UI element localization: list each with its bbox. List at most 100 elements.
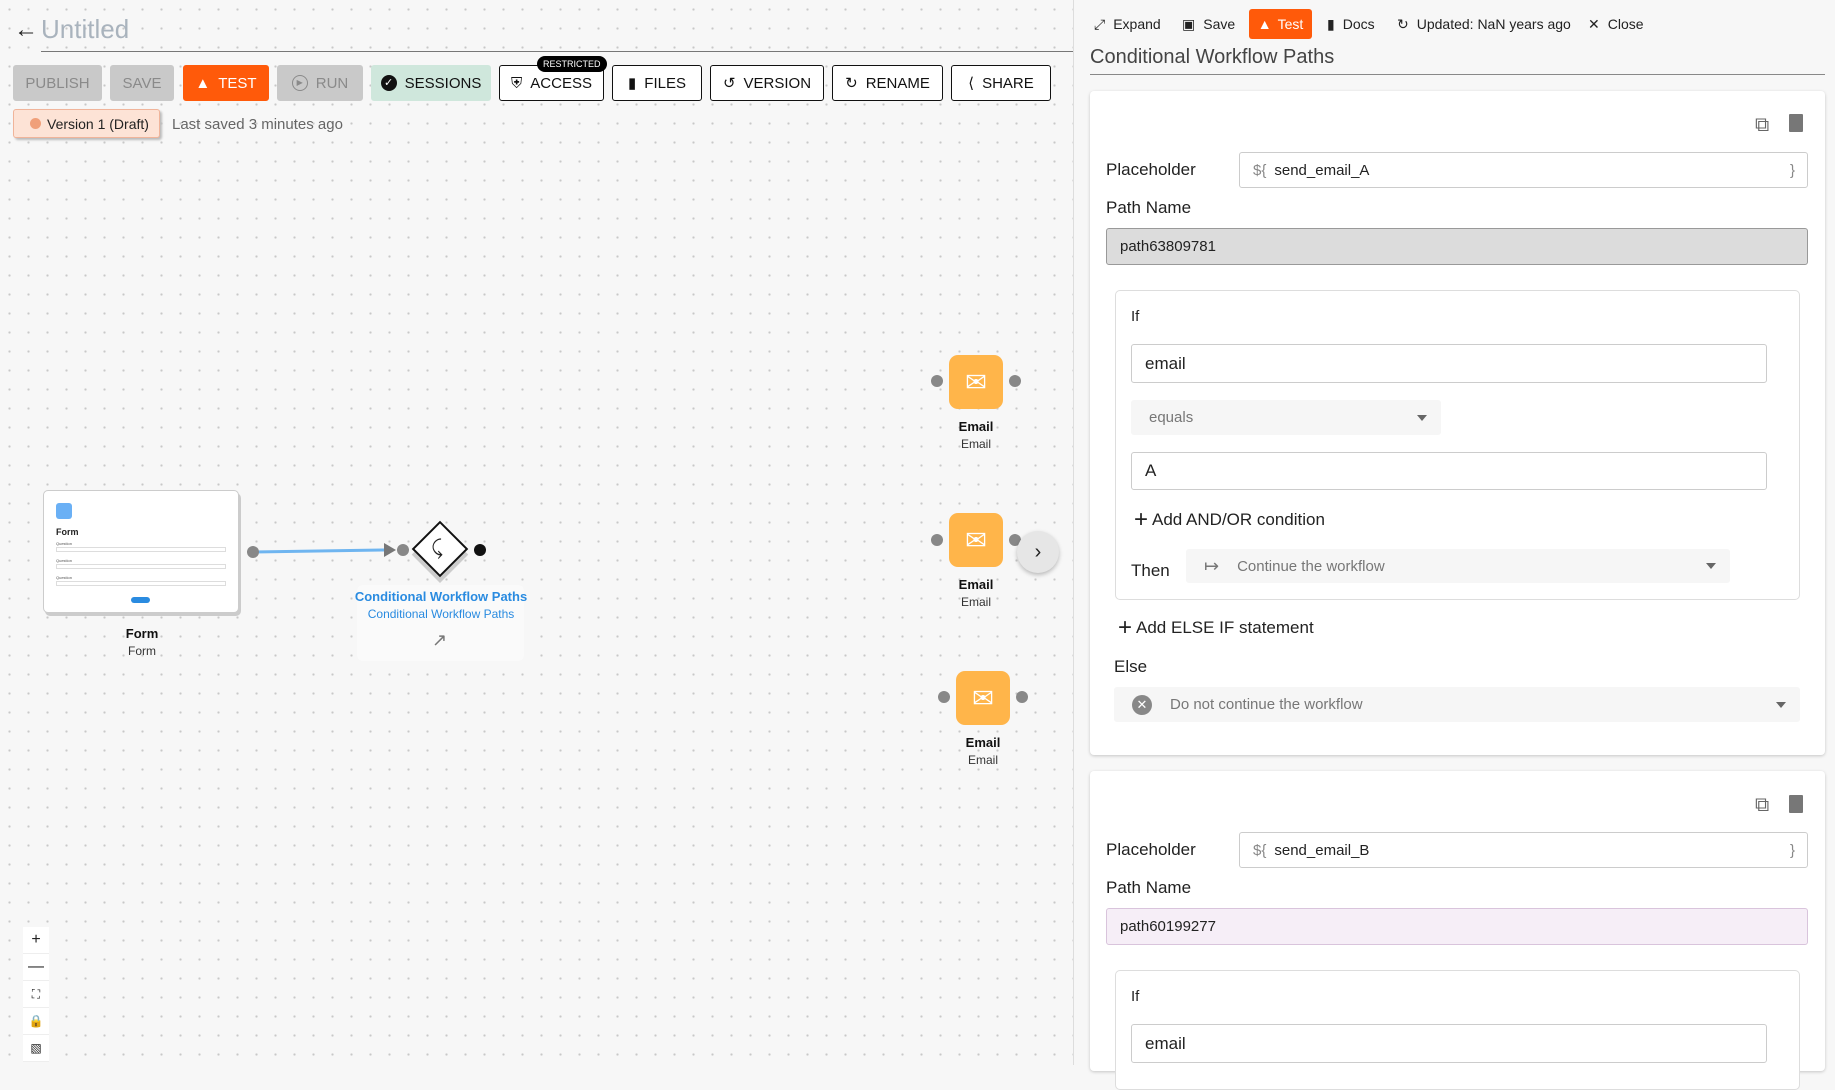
form-question: Question [56,541,73,546]
form-question: Question [56,558,73,563]
arrow-right-bar-icon: ↦ [1204,555,1220,576]
external-link-icon[interactable]: ↗ [432,630,447,651]
add-else-if-label: Add ELSE IF statement [1136,618,1314,637]
copy-icon[interactable]: ⧉ [1755,794,1769,817]
panel-test-button[interactable]: ▲ Test [1249,9,1312,39]
workflow-canvas[interactable]: ← Untitled PUBLISH SAVE ▲ TEST ▶ RUN ✓ SESS… [0,0,1073,1065]
plus-icon: + [1134,506,1149,533]
panel-title-underline [1090,74,1825,75]
email-input-port[interactable] [931,375,943,387]
form-question-field [56,547,226,552]
condition-value-input[interactable]: A [1131,452,1767,490]
chevron-right-icon[interactable]: › [1017,531,1059,573]
conditional-node-subtitle: Conditional Workflow Paths [367,607,515,621]
form-question-field [56,581,226,586]
envelope-icon: ✉ [972,682,994,713]
email-node[interactable]: ✉ [949,355,1003,409]
docs-label: Docs [1342,16,1375,32]
email-node-label: Email Email [966,735,1001,767]
close-icon: ✕ [1588,15,1600,32]
then-label: Then [1131,561,1170,580]
then-action-select[interactable]: ↦ Continue the workflow [1186,549,1730,583]
form-question: Question [56,575,73,580]
if-label: If [1131,988,1140,1005]
email-output-port[interactable] [1009,375,1021,387]
email-node[interactable]: ✉ [956,671,1010,725]
path-name-label: Path Name [1106,198,1192,217]
plus-icon: + [1118,614,1133,641]
form-node-label: Form Form [126,626,159,658]
close-button[interactable]: ✕ Close [1588,15,1644,33]
email-input-port[interactable] [931,534,943,546]
placeholder-value: send_email_A [1274,161,1370,179]
copy-icon[interactable]: ⧉ [1755,114,1769,137]
form-node-card[interactable]: Form Question Question Question [43,490,239,613]
email-output-port[interactable] [1016,691,1028,703]
minimap-toggle-icon[interactable]: ▧ [23,1035,49,1062]
add-else-if-button[interactable]: + Add ELSE IF statement [1118,616,1314,640]
updated-status[interactable]: ↻ Updated: NaN years ago [1397,15,1571,33]
sync-icon: ↻ [1397,15,1409,32]
placeholder-suffix: } [1789,841,1795,859]
if-label: If [1131,308,1140,325]
add-condition-button[interactable]: + Add AND/OR condition [1134,508,1325,532]
email-node-title: Email [965,735,1001,750]
split-arrows-icon: ⤹ [431,537,443,559]
expand-label: Expand [1113,16,1161,32]
placeholder-input[interactable]: ${send_email_A} [1239,152,1808,188]
fit-view-icon[interactable]: ⛶ [23,981,49,1008]
email-node-title: Email [958,419,994,434]
conditional-output-port[interactable] [474,544,486,556]
email-node-label: Email Email [959,419,994,451]
email-node-subtitle: Email [967,753,998,767]
x-circle-icon: ✕ [1132,694,1152,715]
operator-value: equals [1149,409,1194,426]
panel-save-button[interactable]: ▣ Save [1182,15,1235,33]
email-node-subtitle: Email [960,437,991,451]
expand-button[interactable]: ⤢ Expand [1094,15,1161,33]
operator-select[interactable]: equals [1131,400,1441,435]
floppy-icon: ▣ [1182,15,1196,32]
condition-field-input[interactable]: email [1131,1024,1767,1063]
path-name-input[interactable]: path63809781 [1106,228,1808,265]
trash-icon[interactable] [1789,114,1803,132]
conditional-input-port[interactable] [397,544,409,556]
trash-icon[interactable] [1789,795,1803,813]
panel-save-label: Save [1203,16,1236,32]
path-name-label: Path Name [1106,878,1192,897]
zoom-in-icon[interactable]: + [23,927,49,954]
form-output-port[interactable] [247,546,259,558]
caret-down-icon [1417,414,1427,421]
caret-down-icon [1776,701,1786,708]
else-action-select[interactable]: ✕ Do not continue the workflow [1114,687,1800,722]
email-input-port[interactable] [938,691,950,703]
form-icon [56,503,72,519]
zoom-out-icon[interactable]: — [23,954,49,981]
then-action-value: Continue the workflow [1237,557,1385,575]
path-name-input[interactable]: path60199277 [1106,908,1808,945]
panel-test-label: Test [1277,16,1304,32]
close-label: Close [1607,16,1644,32]
conditional-node-label: Conditional Workflow Paths Conditional Wo… [355,589,527,621]
expand-icon: ⤢ [1094,15,1106,32]
placeholder-label: Placeholder [1106,160,1196,179]
placeholder-input[interactable]: ${ send_email_B} [1239,832,1808,868]
email-node[interactable]: ✉ [949,513,1003,567]
lock-icon[interactable]: 🔒 [23,1008,49,1035]
docs-button[interactable]: ▮ Docs [1327,15,1375,33]
form-node-title: Form [125,626,159,641]
placeholder-value: send_email_B [1274,841,1370,859]
condition-field-input[interactable]: email [1131,344,1767,383]
conditional-node-title: Conditional Workflow Paths [354,589,528,604]
caret-down-icon [1706,563,1716,569]
placeholder-label: Placeholder [1106,840,1196,859]
form-submit-button [131,597,150,603]
edge-form-to-conditional [252,548,386,554]
add-condition-label: Add AND/OR condition [1152,510,1325,529]
form-node-subtitle: Form [128,644,156,658]
envelope-icon: ✉ [965,524,987,555]
panel-title: Conditional Workflow Paths [1090,46,1335,68]
edge-arrowhead [384,543,396,557]
email-node-title: Email [958,577,994,592]
placeholder-prefix: ${ [1253,841,1267,859]
